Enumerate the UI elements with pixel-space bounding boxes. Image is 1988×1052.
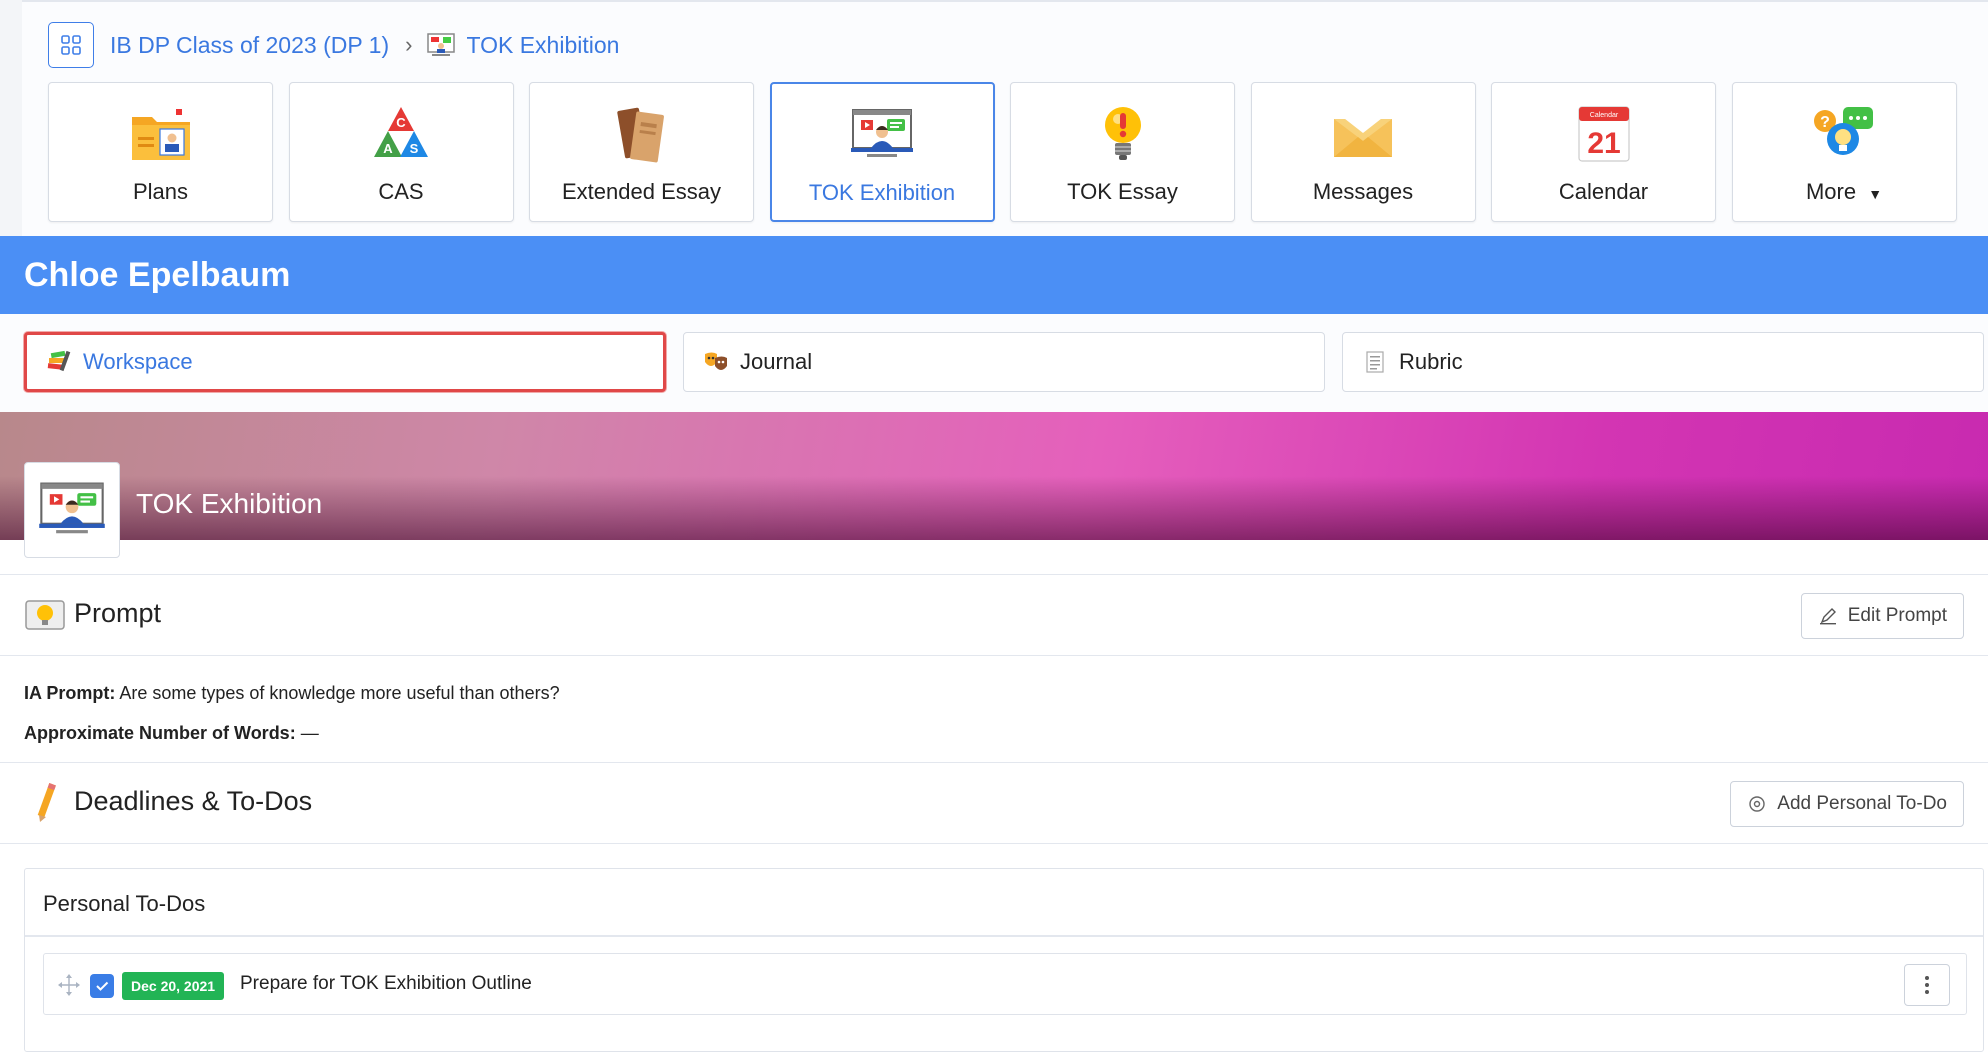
tile-label: CAS — [378, 179, 424, 204]
chat-bubbles-icon: ? — [1814, 107, 1873, 155]
tile-extended-essay[interactable]: Extended Essay — [529, 82, 754, 222]
banner-title: TOK Exhibition — [136, 488, 323, 519]
tile-messages[interactable]: Messages — [1250, 82, 1476, 222]
more-label: More — [1805, 179, 1857, 204]
word-count-line: Approximate Number of Words: — — [24, 723, 319, 744]
apps-grid-button[interactable] — [48, 22, 94, 68]
pencil-icon — [37, 783, 56, 822]
tab-label: Journal — [740, 349, 813, 374]
journal-masks-icon — [705, 352, 727, 370]
presentation-screen-icon — [851, 109, 913, 157]
plans-folder-icon — [131, 109, 190, 160]
todo-date-badge: Dec 20, 2021 — [122, 972, 225, 1000]
tile-tok-exhibition[interactable]: TOK Exhibition — [769, 82, 995, 222]
grid-icon — [61, 35, 81, 55]
workspace-icon — [47, 350, 71, 372]
exhibition-banner: TOK Exhibition — [0, 412, 1988, 540]
add-personal-todo-button[interactable]: Add Personal To-Do — [1730, 781, 1964, 827]
todo-options-button[interactable] — [1904, 964, 1950, 1006]
ia-prompt-label: IA Prompt: — [24, 683, 116, 703]
deadlines-section-header: Deadlines & To-Dos Add Personal To-Do — [0, 762, 1988, 844]
cas-triangle-icon: C A S — [374, 107, 428, 157]
tile-label: More ▼ — [1806, 179, 1882, 205]
edit-prompt-button[interactable]: Edit Prompt — [1800, 593, 1964, 639]
tile-label: Messages — [1312, 179, 1414, 204]
word-count-label: Approximate Number of Words: — [24, 723, 296, 743]
svg-text:C: C — [396, 115, 406, 130]
envelope-icon — [1334, 115, 1392, 157]
top-navigation: IB DP Class of 2023 (DP 1) › TOK Exhibit… — [22, 0, 1988, 236]
checkmark-icon — [96, 981, 109, 991]
prompt-section-header: Prompt Edit Prompt — [0, 574, 1988, 656]
chevron-right-icon: › — [405, 32, 413, 57]
caret-down-icon: ▼ — [1868, 186, 1883, 202]
button-label: Add Personal To-Do — [1777, 793, 1947, 814]
presentation-screen-icon — [427, 33, 456, 56]
tile-label: Calendar — [1558, 179, 1649, 204]
calendar-icon: Calendar 21 — [1577, 106, 1630, 162]
tab-label: Rubric — [1399, 349, 1463, 374]
tile-label: Extended Essay — [562, 179, 721, 204]
target-icon — [1749, 796, 1765, 812]
tile-label: Plans — [132, 179, 189, 204]
breadcrumb-current[interactable]: TOK Exhibition — [466, 32, 619, 59]
svg-text:S: S — [410, 141, 419, 156]
tile-more[interactable]: ? More ▼ — [1731, 82, 1957, 222]
workspace-tabs: Workspace Journal Rubric — [0, 314, 1988, 412]
personal-todos-card: Personal To-Dos Dec 20, 2021 Prepare for… — [24, 868, 1984, 1052]
word-count-value: — — [300, 723, 319, 743]
personal-todos-title: Personal To-Dos — [43, 891, 206, 916]
exhibition-thumbnail — [24, 462, 120, 558]
todo-item: Dec 20, 2021 Prepare for TOK Exhibition … — [43, 953, 1967, 1015]
todo-checkbox[interactable] — [90, 974, 114, 998]
presentation-screen-icon — [39, 482, 105, 534]
tile-label: TOK Essay — [1067, 179, 1178, 204]
breadcrumb: IB DP Class of 2023 (DP 1) › TOK Exhibit… — [48, 22, 619, 68]
ia-prompt-line: IA Prompt: Are some types of knowledge m… — [24, 683, 560, 704]
lightbulb-icon — [1104, 107, 1141, 160]
module-tiles: Plans C A S CAS Extended Essay TOK Exhib… — [48, 82, 1957, 222]
dot — [1925, 990, 1929, 994]
tab-journal[interactable]: Journal — [683, 332, 1325, 392]
svg-text:A: A — [383, 141, 393, 156]
ia-prompt-value: Are some types of knowledge more useful … — [119, 683, 560, 703]
main-content: Prompt Edit Prompt IA Prompt: Are some t… — [0, 540, 1988, 1052]
student-header: Chloe Epelbaum — [0, 236, 1988, 314]
section-title: Prompt — [74, 598, 162, 628]
tile-tok-essay[interactable]: TOK Essay — [1010, 82, 1235, 222]
calendar-month-label: Calendar — [1589, 112, 1618, 119]
tab-label: Workspace — [83, 349, 193, 374]
dot — [1925, 983, 1929, 987]
tile-cas[interactable]: C A S CAS — [288, 82, 514, 222]
breadcrumb-parent-link[interactable]: IB DP Class of 2023 (DP 1) — [110, 32, 389, 59]
books-icon — [616, 107, 664, 163]
tile-label: TOK Exhibition — [808, 180, 956, 205]
tab-rubric[interactable]: Rubric — [1342, 332, 1984, 392]
tab-workspace[interactable]: Workspace — [24, 332, 666, 392]
button-label: Edit Prompt — [1847, 605, 1947, 626]
rubric-list-icon — [1366, 351, 1384, 373]
dot — [1925, 976, 1929, 980]
tile-plans[interactable]: Plans — [48, 82, 273, 222]
student-name: Chloe Epelbaum — [24, 256, 291, 294]
pencil-icon — [1819, 608, 1836, 625]
todo-text[interactable]: Prepare for TOK Exhibition Outline — [240, 973, 532, 995]
svg-text:?: ? — [1820, 114, 1830, 131]
prompt-lightbulb-icon — [25, 600, 65, 630]
tile-calendar[interactable]: Calendar 21 Calendar — [1491, 82, 1716, 222]
drag-move-icon[interactable] — [58, 974, 80, 996]
divider — [25, 935, 1983, 937]
calendar-day-label: 21 — [1587, 127, 1620, 160]
section-title: Deadlines & To-Dos — [74, 786, 313, 816]
